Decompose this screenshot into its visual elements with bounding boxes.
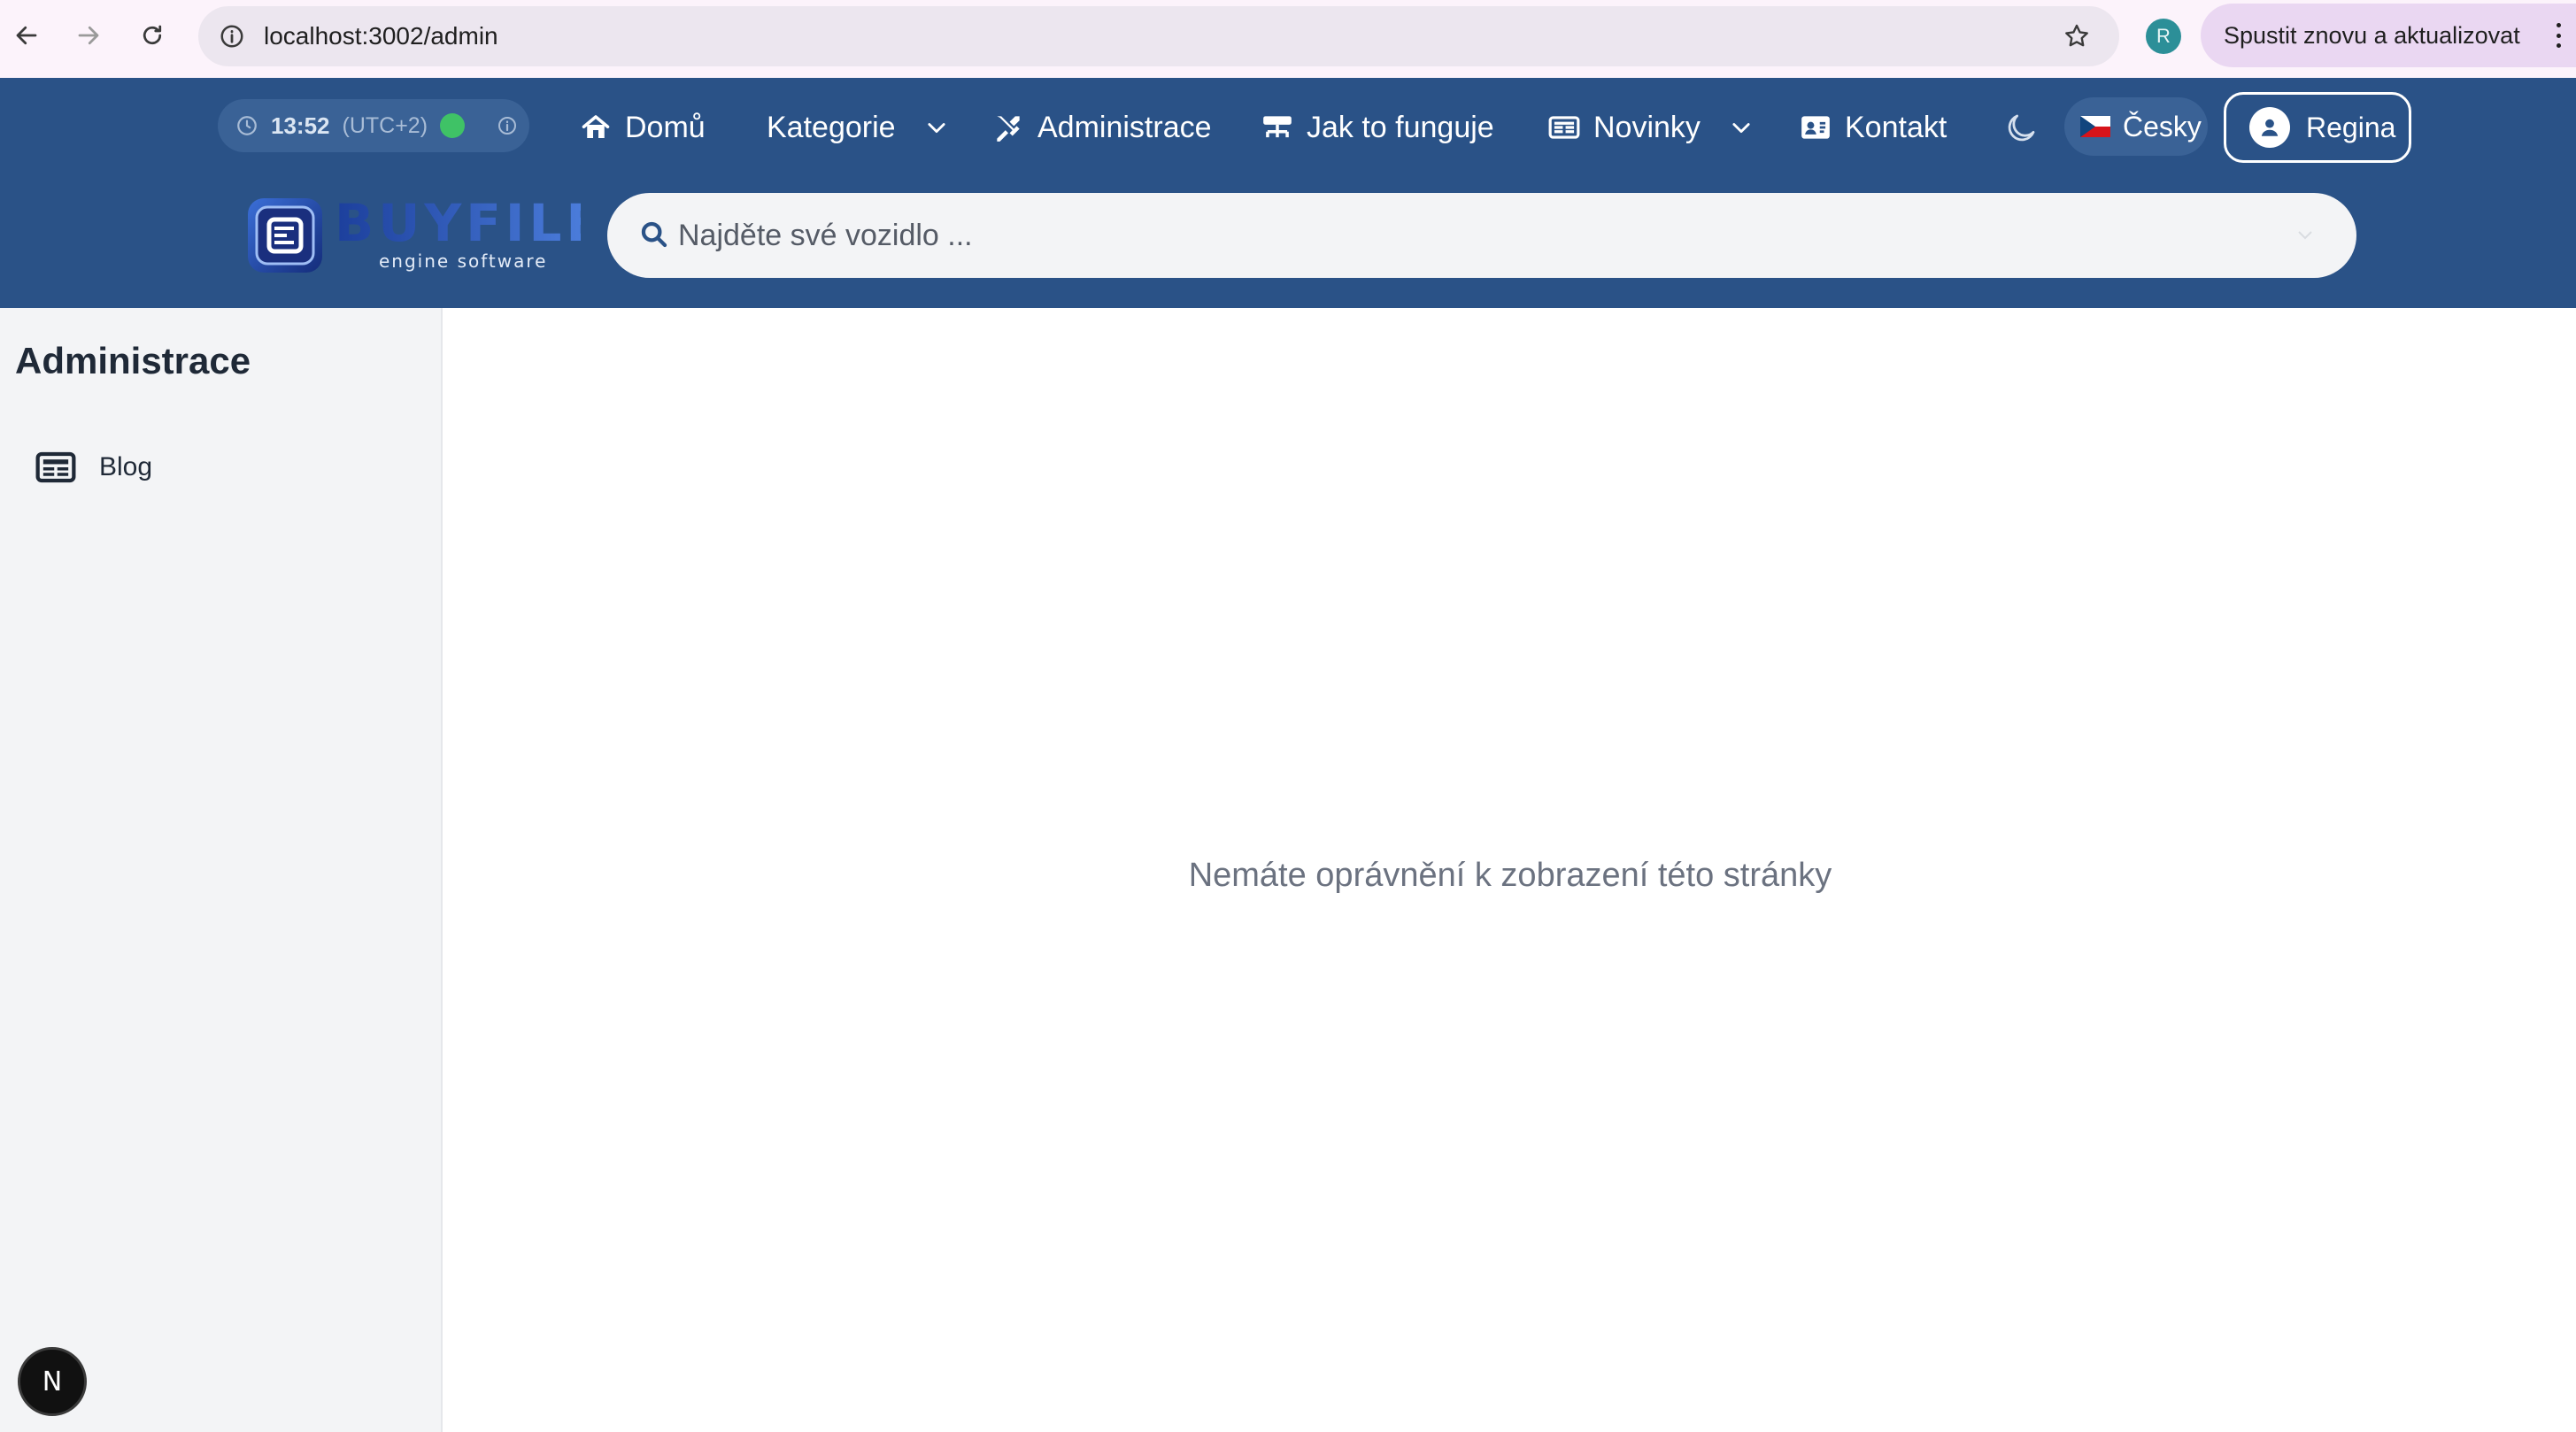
newspaper-icon <box>35 451 76 483</box>
chevron-down-icon[interactable] <box>2296 228 2314 243</box>
site-info-icon[interactable] <box>214 19 250 54</box>
user-avatar-icon <box>2249 107 2290 148</box>
user-name: Regina <box>2306 111 2396 143</box>
relaunch-label: Spustit znovu a aktualizovat <box>2224 22 2520 49</box>
time-widget: 13:52 (UTC+2) <box>218 99 529 152</box>
home-icon <box>579 111 613 144</box>
browser-toolbar: localhost:3002/admin R Spustit znovu a a… <box>0 0 2576 78</box>
buyfile-logo[interactable]: BUYFILE engine software <box>244 195 581 276</box>
czech-flag-icon <box>2080 116 2110 137</box>
svg-text:N: N <box>42 1367 62 1397</box>
nav-news-label: Novinky <box>1593 110 1701 144</box>
search-icon <box>641 221 667 248</box>
contact-card-icon <box>1799 111 1832 144</box>
relaunch-update-button[interactable]: Spustit znovu a aktualizovat <box>2201 4 2576 67</box>
nav-administration-label: Administrace <box>1037 110 1212 144</box>
clock-icon <box>237 116 257 135</box>
address-bar[interactable]: localhost:3002/admin <box>198 6 2119 66</box>
nav-contact[interactable]: Kontakt <box>1799 99 1947 156</box>
permission-denied-message: Nemáte oprávnění k zobrazení této stránk… <box>1188 857 1832 894</box>
nav-news[interactable]: Novinky <box>1547 99 1754 156</box>
newspaper-icon <box>1547 111 1581 144</box>
forward-icon[interactable] <box>69 16 108 55</box>
main-content: Nemáte oprávnění k zobrazení této stránk… <box>444 308 2576 1432</box>
back-icon[interactable] <box>7 16 46 55</box>
online-status-dot <box>440 113 466 138</box>
language-selector[interactable]: Česky <box>2064 97 2208 156</box>
sidebar-item-blog[interactable]: Blog <box>32 439 413 496</box>
site-header: 13:52 (UTC+2) Domů Kategorie Administrac… <box>0 78 2576 308</box>
url-text[interactable]: localhost:3002/admin <box>264 6 498 66</box>
nav-how-it-works-label: Jak to funguje <box>1307 110 1494 144</box>
nav-contact-label: Kontakt <box>1845 110 1947 144</box>
nextjs-logo-icon: N <box>42 1367 62 1397</box>
tools-icon <box>991 111 1025 144</box>
sidebar-title: Administrace <box>15 340 251 381</box>
more-menu-icon[interactable] <box>2549 19 2567 51</box>
logo-subtext: engine software <box>379 250 547 272</box>
nav-home-label: Domů <box>625 110 706 144</box>
chevron-down-icon <box>1732 123 1750 134</box>
sidebar-item-label: Blog <box>99 452 153 481</box>
nav-how-it-works[interactable]: Jak to funguje <box>1261 99 1494 156</box>
dark-mode-moon-icon[interactable] <box>2002 110 2040 147</box>
user-menu-button[interactable]: Regina <box>2224 92 2411 163</box>
nextjs-dev-badge[interactable]: N <box>18 1347 87 1416</box>
language-label: Česky <box>2123 110 2202 142</box>
profile-avatar[interactable]: R <box>2146 19 2181 54</box>
nav-administration[interactable]: Administrace <box>991 99 1212 156</box>
chevron-down-icon <box>927 123 945 134</box>
vehicle-search-input[interactable] <box>678 193 2289 278</box>
reload-icon[interactable] <box>133 16 172 55</box>
vehicle-search-box[interactable] <box>607 193 2356 278</box>
nav-categories[interactable]: Kategorie <box>767 99 949 156</box>
info-icon[interactable] <box>497 115 518 136</box>
network-icon <box>1261 111 1294 144</box>
nav-categories-label: Kategorie <box>767 110 896 144</box>
bookmark-star-icon[interactable] <box>2059 19 2094 54</box>
logo-text: BUYFILE <box>335 195 581 253</box>
admin-sidebar: Administrace Blog <box>0 308 443 1432</box>
timezone: (UTC+2) <box>342 112 428 138</box>
nav-home[interactable]: Domů <box>579 99 706 156</box>
current-time: 13:52 <box>271 112 330 139</box>
